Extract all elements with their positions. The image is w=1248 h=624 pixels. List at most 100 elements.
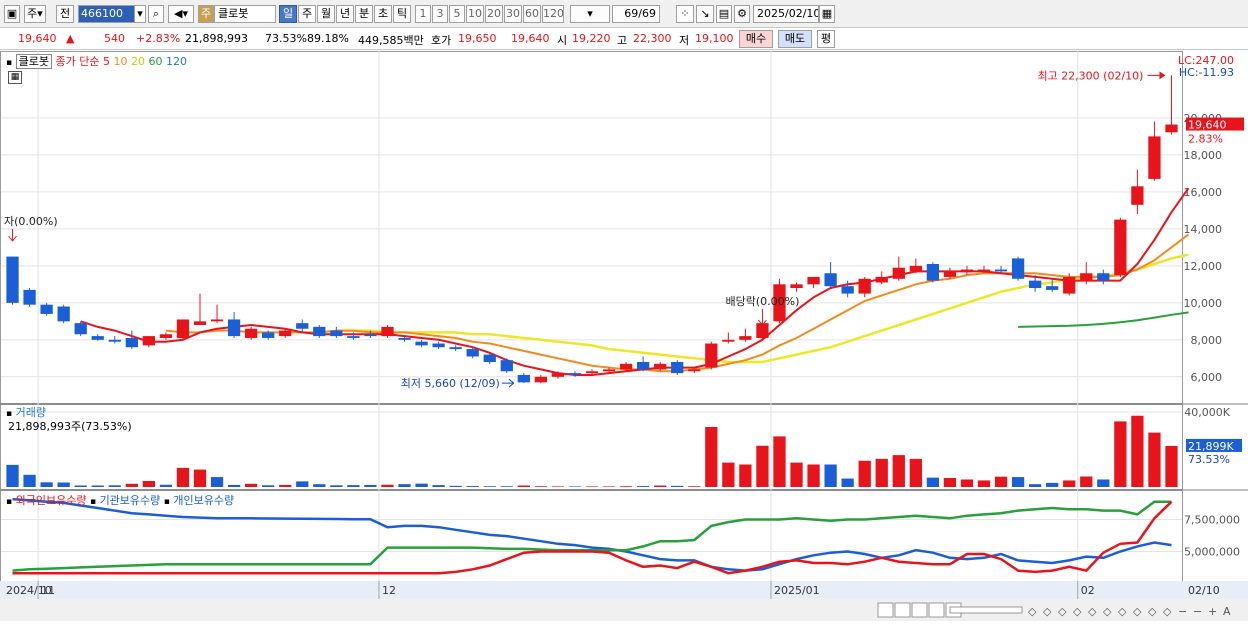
fast-forward-icon[interactable] bbox=[928, 602, 945, 618]
volume-bar bbox=[858, 460, 871, 487]
volume-bar bbox=[347, 485, 360, 487]
volume-bar bbox=[773, 436, 786, 487]
volume-bar bbox=[1148, 432, 1161, 487]
period-button[interactable]: 일 bbox=[279, 5, 297, 23]
count-field[interactable]: 69/69 bbox=[612, 5, 660, 23]
candle-body bbox=[500, 360, 513, 372]
candle-body bbox=[534, 376, 548, 383]
tool-ray-icon[interactable]: ◇ bbox=[1103, 605, 1112, 618]
plus-icon[interactable]: + bbox=[1208, 605, 1217, 618]
candle-body bbox=[705, 343, 718, 368]
candle-body bbox=[449, 347, 462, 350]
interval-button[interactable]: 60 bbox=[523, 5, 541, 23]
fast-back-icon[interactable] bbox=[911, 602, 928, 618]
period-button[interactable]: 주 bbox=[298, 5, 316, 23]
type-select[interactable]: 주▾ bbox=[24, 5, 46, 23]
volume-bar bbox=[500, 486, 513, 487]
period-button[interactable]: 분 bbox=[355, 5, 373, 23]
volume-bar bbox=[1097, 479, 1110, 487]
search-icon[interactable]: ⌕ bbox=[148, 5, 164, 23]
period-button[interactable]: 월 bbox=[317, 5, 335, 23]
ask2-value: 19,640 bbox=[511, 32, 550, 45]
volume-bar bbox=[142, 481, 156, 487]
buy-button[interactable]: 매수 bbox=[739, 30, 773, 48]
interval-button[interactable]: 5 bbox=[449, 5, 465, 23]
volume-bar bbox=[807, 464, 820, 487]
draw-icon[interactable]: ↘ bbox=[696, 5, 714, 23]
stock-chart[interactable]: 6,000 8,000 10,000 12,000 14,000 16,000 18,000… bbox=[0, 51, 1248, 621]
tool-box-icon[interactable]: ◇ bbox=[1043, 605, 1052, 618]
volume-bar bbox=[926, 477, 940, 487]
volume-bar bbox=[585, 486, 599, 487]
window-icon[interactable]: ▣ bbox=[4, 5, 20, 23]
volume-bar bbox=[91, 485, 104, 487]
avg-button[interactable]: 평 bbox=[817, 30, 835, 48]
tool-gear-icon[interactable]: ◇ bbox=[1163, 605, 1172, 618]
interval-button[interactable]: 3 bbox=[432, 5, 448, 23]
volume-bar bbox=[159, 484, 173, 487]
save-icon[interactable]: ▤ bbox=[716, 5, 732, 23]
play-icon[interactable] bbox=[877, 602, 894, 618]
candle-body bbox=[57, 306, 70, 322]
period-button[interactable]: 틱 bbox=[393, 5, 411, 23]
code-dropdown-icon[interactable]: ▾ bbox=[134, 5, 146, 23]
gear-icon[interactable]: ⚙ bbox=[734, 5, 750, 23]
tool-line-icon[interactable]: ◇ bbox=[1088, 605, 1097, 618]
stock-badge: 주 bbox=[198, 5, 214, 23]
scroll-thumb[interactable] bbox=[949, 606, 1023, 614]
institution-holding-label: 기관보유수량 bbox=[99, 494, 161, 507]
volume-bar bbox=[262, 485, 275, 487]
tool-a-icon[interactable]: ◇ bbox=[1058, 605, 1067, 618]
minus-icon[interactable]: − bbox=[1178, 605, 1187, 618]
volume-bar bbox=[449, 485, 462, 487]
price-tick-label: 8,000 bbox=[1191, 334, 1223, 347]
x-axis-label: 12 bbox=[382, 584, 396, 597]
rewind-icon[interactable] bbox=[894, 602, 911, 618]
date-field[interactable]: 2025/02/10 bbox=[753, 5, 819, 23]
interval-button[interactable]: 1 bbox=[415, 5, 431, 23]
indiv-marker-icon: ▪ bbox=[163, 497, 170, 507]
minus-icon-2[interactable]: − bbox=[1193, 605, 1202, 618]
volume-bar bbox=[705, 427, 718, 487]
period-button[interactable]: 초 bbox=[374, 5, 392, 23]
candle-body bbox=[619, 363, 633, 370]
grid-toggle-icon[interactable]: ▦ bbox=[8, 71, 22, 84]
ma10-label: 10 bbox=[113, 55, 128, 68]
tool-fan-icon[interactable]: ◇ bbox=[1118, 605, 1127, 618]
code-input[interactable]: 466100 bbox=[78, 5, 136, 23]
interval-input[interactable]: ▾ bbox=[570, 5, 610, 23]
candle-body bbox=[227, 319, 241, 337]
interval-button[interactable]: 10 bbox=[466, 5, 484, 23]
interval-button[interactable]: 30 bbox=[504, 5, 522, 23]
turnover-pct: 73.53% bbox=[265, 32, 307, 45]
volume-bar bbox=[756, 445, 769, 487]
interval-button[interactable]: 120 bbox=[542, 5, 564, 23]
candle-body bbox=[977, 269, 991, 272]
text-icon[interactable]: A bbox=[1223, 605, 1231, 618]
tool-b-icon[interactable]: ◇ bbox=[1073, 605, 1082, 618]
zoom-icon[interactable]: ⁘ bbox=[676, 5, 694, 23]
type-label: 주 bbox=[27, 7, 38, 20]
price-legend: ▪ 클로봇 종가 단순 5 10 20 60 120 bbox=[6, 53, 187, 69]
speaker-icon[interactable]: ◀▾ bbox=[168, 5, 194, 23]
candle-body bbox=[1148, 136, 1161, 179]
interval-button[interactable]: 20 bbox=[485, 5, 503, 23]
price-tick-label: 6,000 bbox=[1191, 371, 1223, 384]
candle-body bbox=[1165, 124, 1178, 133]
calendar-icon[interactable]: ▦ bbox=[819, 5, 835, 23]
candle-body bbox=[1080, 273, 1093, 281]
stock-name-field[interactable]: 클로봇 bbox=[214, 5, 276, 23]
sell-button[interactable]: 매도 bbox=[778, 30, 812, 48]
chart-area: 6,000 8,000 10,000 12,000 14,000 16,000 18,000… bbox=[0, 51, 1248, 621]
period-button[interactable]: 년 bbox=[336, 5, 354, 23]
start-annotation: 자(0.00%) bbox=[4, 215, 58, 228]
prev-button[interactable]: 전 bbox=[56, 5, 74, 23]
volume-bar bbox=[330, 485, 343, 487]
price-tick-label: 12,000 bbox=[1184, 260, 1223, 273]
hc-label: HC:-11.93 bbox=[1179, 66, 1234, 79]
tool-copy-icon[interactable]: ◇ bbox=[1028, 605, 1037, 618]
tool-angle-icon[interactable]: ◇ bbox=[1133, 605, 1142, 618]
x-axis-label: 11 bbox=[41, 584, 55, 597]
volume-bar bbox=[602, 486, 616, 487]
tool-shape-icon[interactable]: ◇ bbox=[1148, 605, 1157, 618]
